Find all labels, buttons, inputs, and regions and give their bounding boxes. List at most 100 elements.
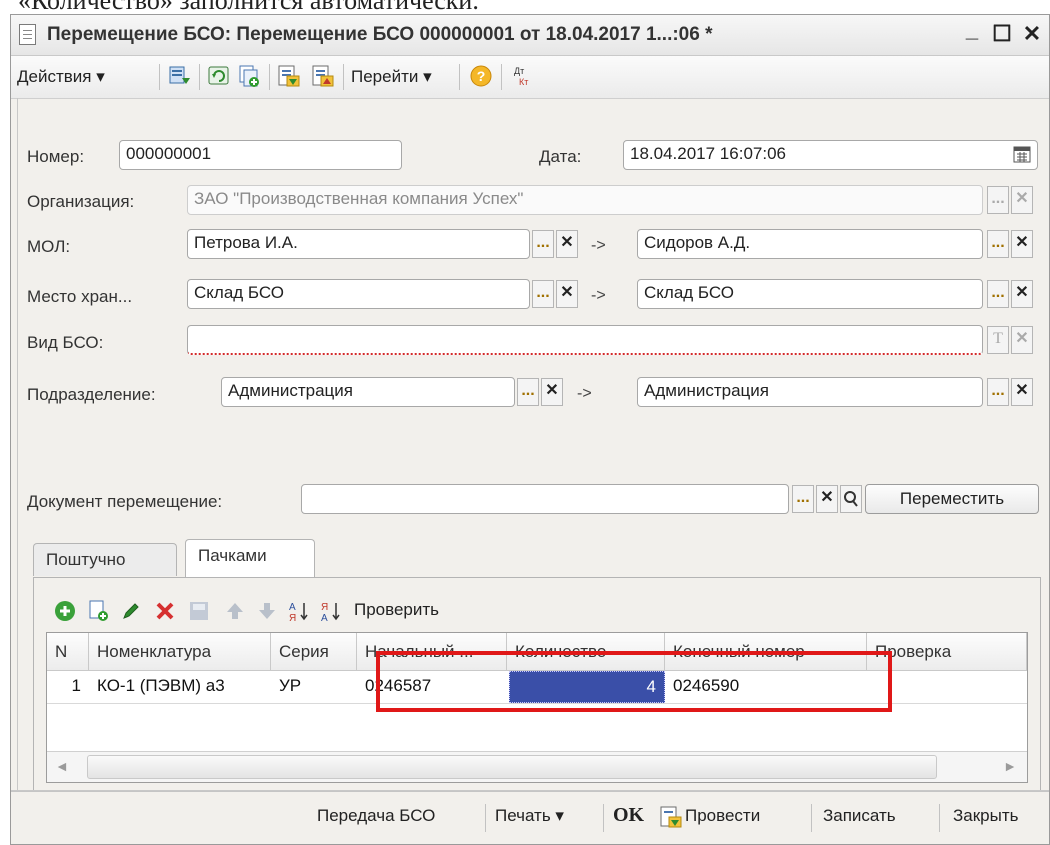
goto-menu[interactable]: Перейти ▾ <box>351 67 432 87</box>
tab-packs[interactable]: Пачками <box>185 539 315 577</box>
storage-to-field[interactable]: Склад БСО <box>637 279 983 309</box>
column-header-start-number[interactable]: Начальный ... <box>357 633 507 671</box>
post-button[interactable]: Провести <box>685 806 760 826</box>
cell-quantity[interactable]: 4 <box>509 671 665 703</box>
department-from-select-button[interactable]: ... <box>517 378 539 406</box>
mol-from-clear-button[interactable]: ✕ <box>556 230 578 258</box>
move-document-clear-button[interactable]: ✕ <box>816 485 838 513</box>
add-row-icon[interactable] <box>54 600 76 622</box>
move-button[interactable]: Переместить <box>865 484 1039 514</box>
document-icon <box>19 24 36 45</box>
storage-to-clear-button[interactable]: ✕ <box>1011 280 1033 308</box>
sort-ascending-icon[interactable]: А Я <box>288 600 310 622</box>
mol-from-select-button[interactable]: ... <box>532 230 554 258</box>
organization-clear-button: ✕ <box>1011 186 1033 214</box>
bottom-separator <box>485 804 486 832</box>
maximize-button[interactable]: ☐ <box>989 21 1015 47</box>
move-down-icon <box>259 603 275 619</box>
department-from-clear-button[interactable]: ✕ <box>541 378 563 406</box>
column-header-nomenclature[interactable]: Номенклатура <box>89 633 271 671</box>
mol-to-clear-button[interactable]: ✕ <box>1011 230 1033 258</box>
toolbar-separator <box>343 64 344 90</box>
date-value: 18.04.2017 16:07:06 <box>630 144 786 163</box>
scrollbar-thumb[interactable] <box>87 755 937 779</box>
number-label: Номер: <box>27 147 85 166</box>
date-field[interactable]: 18.04.2017 16:07:06 <box>623 140 1038 170</box>
mol-from-field[interactable]: Петрова И.А. <box>187 229 530 259</box>
form-left-border <box>17 98 18 793</box>
toolbar-separator <box>159 64 160 90</box>
help-icon[interactable]: ? <box>469 64 493 88</box>
svg-text:Кт: Кт <box>519 77 528 87</box>
calendar-icon[interactable] <box>1013 145 1031 163</box>
department-to-field[interactable]: Администрация <box>637 377 983 407</box>
check-button[interactable]: Проверить <box>354 600 439 620</box>
storage-label: Место хран... <box>27 287 133 306</box>
copy-document-icon[interactable] <box>237 64 261 88</box>
close-button[interactable]: ✕ <box>1019 21 1045 47</box>
cell-start-number[interactable]: 0246587 <box>357 671 507 703</box>
print-menu[interactable]: Печать ▾ <box>495 806 564 826</box>
mol-label: МОЛ: <box>27 237 71 256</box>
organization-select-button: ... <box>987 186 1009 214</box>
bottom-separator <box>811 804 812 832</box>
post-and-close-icon[interactable] <box>168 64 192 88</box>
move-document-label: Документ перемещение: <box>27 492 223 511</box>
row-divider <box>47 703 1027 704</box>
ok-button[interactable]: OK <box>613 804 644 827</box>
horizontal-scrollbar[interactable]: ◄ ► <box>47 751 1027 782</box>
transfer-bso-button[interactable]: Передача БСО <box>317 806 435 826</box>
scroll-left-icon[interactable]: ◄ <box>55 758 69 774</box>
column-header-quantity[interactable]: Количество <box>507 633 665 671</box>
storage-from-select-button[interactable]: ... <box>532 280 554 308</box>
department-to-clear-button[interactable]: ✕ <box>1011 378 1033 406</box>
bottom-command-bar: Передача БСО Печать ▾ OK Провести Записа… <box>11 791 1049 844</box>
save-button[interactable]: Записать <box>823 806 896 826</box>
cell-nomenclature[interactable]: КО-1 (ПЭВМ) а3 <box>89 671 271 703</box>
department-from-field[interactable]: Администрация <box>221 377 515 407</box>
close-form-button[interactable]: Закрыть <box>953 806 1018 826</box>
storage-to-select-button[interactable]: ... <box>987 280 1009 308</box>
cell-n[interactable]: 1 <box>47 671 89 703</box>
storage-arrow: -> <box>591 287 606 304</box>
mol-to-field[interactable]: Сидоров А.Д. <box>637 229 983 259</box>
dt-kt-icon[interactable]: Дт Кт <box>509 64 533 88</box>
main-toolbar: Действия ▾ Перейти ▾ ? Дт Кт <box>11 56 1049 99</box>
column-header-series[interactable]: Серия <box>271 633 357 671</box>
move-document-search-icon[interactable] <box>840 485 862 513</box>
unpost-document-icon[interactable] <box>311 64 335 88</box>
column-header-check[interactable]: Проверка <box>867 633 1027 671</box>
storage-from-field[interactable]: Склад БСО <box>187 279 530 309</box>
post-document-icon[interactable] <box>277 64 301 88</box>
svg-text:Я: Я <box>321 602 328 613</box>
number-field[interactable]: 000000001 <box>119 140 402 170</box>
cell-check[interactable] <box>867 671 1027 703</box>
column-header-n[interactable]: N <box>47 633 89 671</box>
toolbar-separator <box>269 64 270 90</box>
actions-menu[interactable]: Действия ▾ <box>17 67 105 87</box>
sort-descending-icon[interactable]: Я А <box>320 600 342 622</box>
move-document-select-button[interactable]: ... <box>792 485 814 513</box>
document-window: Перемещение БСО: Перемещение БСО 0000000… <box>10 14 1050 845</box>
storage-from-clear-button[interactable]: ✕ <box>556 280 578 308</box>
bottom-separator <box>603 804 604 832</box>
bottom-separator <box>939 804 940 832</box>
cell-series[interactable]: УР <box>271 671 357 703</box>
tab-per-item[interactable]: Поштучно <box>33 543 177 576</box>
toolbar-separator <box>459 64 460 90</box>
minimize-button[interactable]: _ <box>959 17 985 43</box>
column-header-end-number[interactable]: Конечный номер <box>665 633 867 671</box>
department-to-select-button[interactable]: ... <box>987 378 1009 406</box>
copy-row-icon[interactable] <box>88 600 110 622</box>
cell-end-number[interactable]: 0246590 <box>665 671 867 703</box>
department-label: Подразделение: <box>27 385 156 404</box>
scroll-right-icon[interactable]: ► <box>1003 758 1017 774</box>
bso-type-field[interactable] <box>187 325 983 355</box>
edit-row-icon[interactable] <box>120 600 142 622</box>
svg-text:Я: Я <box>289 613 296 622</box>
mol-to-select-button[interactable]: ... <box>987 230 1009 258</box>
post-icon <box>660 806 682 828</box>
delete-row-icon[interactable] <box>154 600 176 622</box>
move-document-field[interactable] <box>301 484 789 514</box>
refresh-icon[interactable] <box>207 64 231 88</box>
